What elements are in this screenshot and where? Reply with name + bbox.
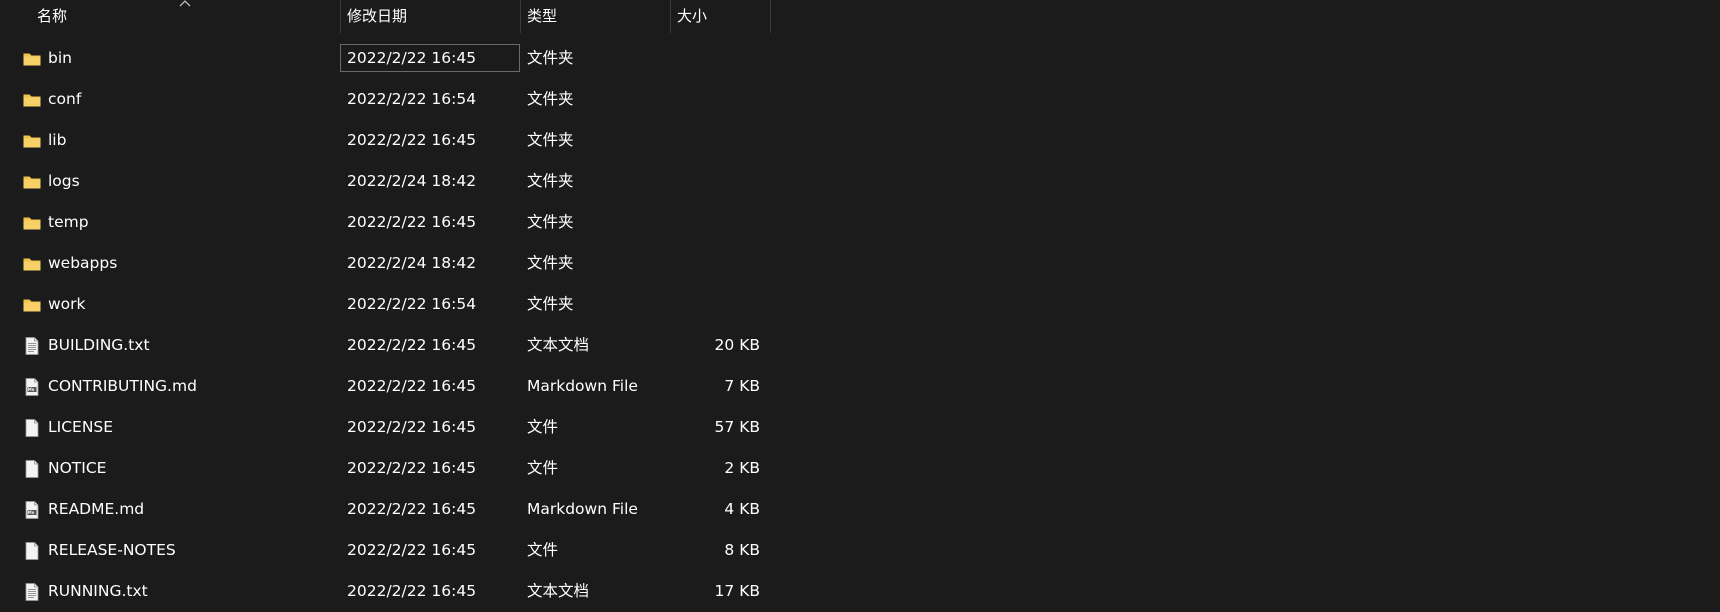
file-name: work [48, 295, 86, 313]
file-date-modified: 2022/2/24 18:42 [347, 254, 477, 272]
folder-icon [22, 295, 42, 315]
column-header-size[interactable]: 大小 [670, 0, 770, 33]
file-type: 文本文档 [527, 336, 590, 354]
file-name: logs [48, 172, 80, 190]
file-size: 2 KB [724, 459, 760, 477]
file-date-modified: 2022/2/22 16:45 [347, 131, 477, 149]
file-row[interactable]: BUILDING.txt 2022/2/22 16:45 文本文档 20 KB [0, 325, 780, 366]
file-name: RELEASE-NOTES [48, 541, 176, 559]
file-name: lib [48, 131, 67, 149]
column-header-type-label: 类型 [527, 7, 558, 25]
file-date-modified: 2022/2/22 16:45 [347, 459, 477, 477]
sort-ascending-icon [179, 0, 191, 7]
file-type: 文件夹 [527, 295, 574, 313]
column-header: 名称 修改日期 类型 大小 [0, 0, 780, 33]
file-row[interactable]: RUNNING.txt 2022/2/22 16:45 文本文档 17 KB [0, 571, 780, 612]
file-type: 文件 [527, 541, 559, 559]
file-row[interactable]: bin 2022/2/22 16:45 文件夹 [0, 38, 780, 79]
file-name: CONTRIBUTING.md [48, 377, 197, 395]
file-size [660, 120, 760, 161]
folder-icon [22, 90, 42, 110]
file-type: Markdown File [527, 500, 638, 518]
file-explorer: 名称 修改日期 类型 大小 bin 2022/2/22 16:45 文件夹 conf 2… [0, 0, 1720, 607]
column-header-date-label: 修改日期 [347, 7, 408, 25]
column-header-date[interactable]: 修改日期 [340, 0, 520, 33]
file-row[interactable]: CONTRIBUTING.md 2022/2/22 16:45 Markdown F… [0, 366, 780, 407]
file-date-modified: 2022/2/24 18:42 [347, 172, 477, 190]
file-size [660, 202, 760, 243]
markdown-file-icon [22, 500, 42, 520]
file-row[interactable]: webapps 2022/2/24 18:42 文件夹 [0, 243, 780, 284]
file-type: 文件夹 [527, 254, 574, 272]
column-header-name-label: 名称 [37, 7, 68, 25]
file-row[interactable]: temp 2022/2/22 16:45 文件夹 [0, 202, 780, 243]
file-name: RUNNING.txt [48, 582, 148, 600]
folder-icon [22, 131, 42, 151]
file-name: conf [48, 90, 82, 108]
file-type: Markdown File [527, 377, 638, 395]
file-name: BUILDING.txt [48, 336, 150, 354]
text-file-icon [22, 582, 42, 602]
file-size [660, 161, 760, 202]
file-list: bin 2022/2/22 16:45 文件夹 conf 2022/2/22 16:54… [0, 38, 780, 612]
file-icon [22, 459, 42, 479]
folder-icon [22, 49, 42, 69]
file-size [660, 284, 760, 325]
file-date-modified: 2022/2/22 16:45 [347, 49, 477, 67]
file-size: 57 KB [714, 418, 760, 436]
file-size [660, 79, 760, 120]
file-date-modified: 2022/2/22 16:54 [347, 295, 477, 313]
file-name: bin [48, 49, 72, 67]
file-name: README.md [48, 500, 145, 518]
markdown-file-icon [22, 377, 42, 397]
file-size: 8 KB [724, 541, 760, 559]
text-file-icon [22, 336, 42, 356]
file-date-modified: 2022/2/22 16:45 [347, 336, 477, 354]
column-header-type[interactable]: 类型 [520, 0, 670, 33]
file-row[interactable]: RELEASE-NOTES 2022/2/22 16:45 文件 8 KB [0, 530, 780, 571]
file-row[interactable]: NOTICE 2022/2/22 16:45 文件 2 KB [0, 448, 780, 489]
file-name: temp [48, 213, 89, 231]
file-row[interactable]: conf 2022/2/22 16:54 文件夹 [0, 79, 780, 120]
file-type: 文件夹 [527, 131, 574, 149]
file-name: LICENSE [48, 418, 114, 436]
file-size: 7 KB [724, 377, 760, 395]
file-type: 文件 [527, 459, 559, 477]
file-size: 20 KB [714, 336, 760, 354]
file-date-modified: 2022/2/22 16:45 [347, 377, 477, 395]
file-date-modified: 2022/2/22 16:45 [347, 500, 477, 518]
column-divider[interactable] [770, 0, 771, 33]
column-header-size-label: 大小 [677, 7, 708, 25]
file-row[interactable]: LICENSE 2022/2/22 16:45 文件 57 KB [0, 407, 780, 448]
file-size [660, 38, 760, 79]
file-name: NOTICE [48, 459, 107, 477]
file-size: 4 KB [724, 500, 760, 518]
file-icon [22, 418, 42, 438]
file-size [660, 243, 760, 284]
file-date-modified: 2022/2/22 16:54 [347, 90, 477, 108]
file-name: webapps [48, 254, 118, 272]
file-type: 文件夹 [527, 49, 574, 67]
folder-icon [22, 254, 42, 274]
file-row[interactable]: logs 2022/2/24 18:42 文件夹 [0, 161, 780, 202]
file-size: 17 KB [714, 582, 760, 600]
file-type: 文件夹 [527, 90, 574, 108]
folder-icon [22, 172, 42, 192]
file-type: 文件夹 [527, 213, 574, 231]
file-date-modified: 2022/2/22 16:45 [347, 582, 477, 600]
folder-icon [22, 213, 42, 233]
file-date-modified: 2022/2/22 16:45 [347, 213, 477, 231]
file-type: 文件夹 [527, 172, 574, 190]
file-row[interactable]: README.md 2022/2/22 16:45 Markdown File 4 K… [0, 489, 780, 530]
file-date-modified: 2022/2/22 16:45 [347, 418, 477, 436]
file-type: 文本文档 [527, 582, 590, 600]
file-date-modified: 2022/2/22 16:45 [347, 541, 477, 559]
file-icon [22, 541, 42, 561]
file-type: 文件 [527, 418, 559, 436]
file-row[interactable]: work 2022/2/22 16:54 文件夹 [0, 284, 780, 325]
file-row[interactable]: lib 2022/2/22 16:45 文件夹 [0, 120, 780, 161]
